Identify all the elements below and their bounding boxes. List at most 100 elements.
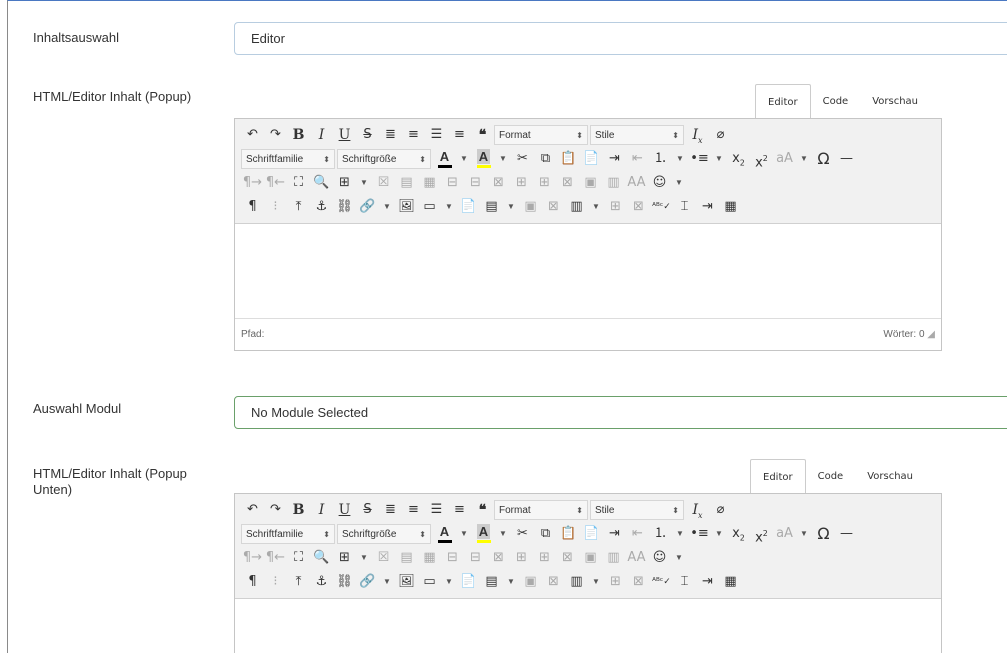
chevron-down-icon[interactable]: ▼ <box>495 148 511 170</box>
format-select[interactable]: Format ⬍ <box>494 125 588 145</box>
table-cell-props-icon[interactable]: ▦ <box>418 547 441 569</box>
redo-icon[interactable]: ↷ <box>264 499 287 521</box>
upload-icon[interactable]: ⤒ <box>287 571 310 593</box>
table-icon[interactable]: ⊞ <box>333 547 356 569</box>
table-insert-col-after-icon[interactable]: ⊞ <box>533 547 556 569</box>
align-justify-icon[interactable]: ≣ <box>379 499 402 521</box>
chevron-down-icon[interactable]: ▼ <box>672 148 688 170</box>
form-icon[interactable]: ▤ <box>480 196 503 218</box>
superscript-icon[interactable]: x2 <box>750 523 773 545</box>
table-delete-icon[interactable]: ☒ <box>372 547 395 569</box>
insert-field-icon[interactable]: ⇥ <box>696 571 719 593</box>
stile-select[interactable]: Stile ⬍ <box>590 125 684 145</box>
table-delete-row-icon[interactable]: ⊠ <box>487 547 510 569</box>
table-insert-row-before-icon[interactable]: ⊟ <box>441 547 464 569</box>
chevron-down-icon[interactable]: ▼ <box>379 196 395 218</box>
font-size-icon[interactable]: AA <box>625 172 648 194</box>
fullscreen-icon[interactable]: ⛶ <box>287 547 310 569</box>
chevron-down-icon[interactable]: ▼ <box>711 523 727 545</box>
paragraph-icon[interactable]: ¶ <box>241 196 264 218</box>
subscript-icon[interactable]: x2 <box>727 523 750 545</box>
upload-icon[interactable]: ⤒ <box>287 196 310 218</box>
table-icon[interactable]: ⊞ <box>333 172 356 194</box>
column-insert-icon[interactable]: ⊞ <box>604 571 627 593</box>
image-icon[interactable]: 🖼 <box>395 196 418 218</box>
resize-handle-icon[interactable]: ◢ <box>927 329 935 340</box>
chevron-down-icon[interactable]: ▼ <box>456 148 472 170</box>
document-icon[interactable]: ▦ <box>719 571 742 593</box>
eraser-icon[interactable]: ⌀ <box>709 124 732 146</box>
form-icon[interactable]: ▤ <box>480 571 503 593</box>
emoticon-icon[interactable]: ☺ <box>648 547 671 569</box>
blockquote-icon[interactable]: ❝ <box>471 499 494 521</box>
search-icon[interactable]: 🔍 <box>310 172 333 194</box>
anchor-icon[interactable]: ⚓ <box>310 196 333 218</box>
clear-format-icon[interactable]: Ix <box>686 499 709 521</box>
media-icon[interactable]: ▭ <box>418 571 441 593</box>
cut-icon[interactable]: ✂ <box>511 523 534 545</box>
link-icon[interactable]: 🔗 <box>356 196 379 218</box>
chevron-down-icon[interactable]: ▼ <box>503 196 519 218</box>
table-insert-col-after-icon[interactable]: ⊞ <box>533 172 556 194</box>
text-transform-icon[interactable]: aA <box>773 148 796 170</box>
chevron-down-icon[interactable]: ▼ <box>441 196 457 218</box>
spellcheck-icon[interactable]: ᴬᴮᶜ✓ <box>650 571 673 593</box>
table-insert-row-before-icon[interactable]: ⊟ <box>441 172 464 194</box>
underline-icon[interactable]: U <box>333 499 356 521</box>
bullet-list-icon[interactable]: •≡ <box>688 523 711 545</box>
chevron-down-icon[interactable]: ▼ <box>441 571 457 593</box>
chevron-down-icon[interactable]: ▼ <box>711 148 727 170</box>
font-color-icon[interactable]: A <box>433 150 456 168</box>
chevron-down-icon[interactable]: ▼ <box>588 196 604 218</box>
superscript-icon[interactable]: x2 <box>750 148 773 170</box>
paragraph-icon[interactable]: ¶ <box>241 571 264 593</box>
align-center-icon[interactable]: ≡ <box>402 124 425 146</box>
font-color-icon[interactable]: A <box>433 525 456 543</box>
cut-icon[interactable]: ✂ <box>511 148 534 170</box>
paste-icon[interactable]: 📋 <box>557 148 580 170</box>
undo-icon[interactable]: ↶ <box>241 124 264 146</box>
align-justify-icon[interactable]: ≣ <box>379 124 402 146</box>
tab-vorschau[interactable]: Vorschau <box>860 84 930 119</box>
bg-color-icon[interactable]: A <box>472 149 495 168</box>
image-align-icon[interactable]: ▣ <box>519 196 542 218</box>
paste-text-icon[interactable]: 📄 <box>580 523 603 545</box>
bold-icon[interactable]: B <box>287 499 310 521</box>
unlink-icon[interactable]: ⛓ <box>333 196 356 218</box>
undo-icon[interactable]: ↶ <box>241 499 264 521</box>
schriftfamilie-select[interactable]: Schriftfamilie ⬍ <box>241 524 335 544</box>
inhaltsauswahl-select[interactable]: Editor <box>234 22 1007 55</box>
spellcheck-icon[interactable]: ᴬᴮᶜ✓ <box>650 196 673 218</box>
clear-format-icon[interactable]: Ix <box>686 124 709 146</box>
subscript-icon[interactable]: x2 <box>727 148 750 170</box>
emoticon-icon[interactable]: ☺ <box>648 172 671 194</box>
chevron-down-icon[interactable]: ▼ <box>379 571 395 593</box>
indent-icon[interactable]: ⇥ <box>603 523 626 545</box>
chevron-down-icon[interactable]: ▼ <box>495 523 511 545</box>
box-icon[interactable]: ⊠ <box>542 196 565 218</box>
special-char-icon[interactable]: Ω <box>812 523 835 545</box>
column-delete-icon[interactable]: ⊠ <box>627 196 650 218</box>
align-center-icon[interactable]: ≡ <box>402 499 425 521</box>
media-icon[interactable]: ▭ <box>418 196 441 218</box>
table-delete-col-icon[interactable]: ⊠ <box>556 547 579 569</box>
bold-icon[interactable]: B <box>287 124 310 146</box>
horizontal-rule-icon[interactable]: — <box>835 523 858 545</box>
strikethrough-icon[interactable]: S <box>356 124 379 146</box>
format-select[interactable]: Format ⬍ <box>494 500 588 520</box>
template-icon[interactable]: 📄 <box>457 196 480 218</box>
editor2-content[interactable] <box>235 599 941 653</box>
table-row-props-icon[interactable]: ▤ <box>395 547 418 569</box>
table-row-props-icon[interactable]: ▤ <box>395 172 418 194</box>
page-break-icon[interactable]: ⁝ <box>264 571 287 593</box>
numbered-list-icon[interactable]: ⒈ <box>649 523 672 545</box>
ltr-icon[interactable]: ¶→ <box>241 547 264 569</box>
chevron-down-icon[interactable]: ▼ <box>456 523 472 545</box>
editor1-content[interactable] <box>235 224 941 318</box>
indent-icon[interactable]: ⇥ <box>603 148 626 170</box>
document-icon[interactable]: ▦ <box>719 196 742 218</box>
tab-vorschau[interactable]: Vorschau <box>855 459 925 494</box>
nonbreaking-icon[interactable]: ⌶ <box>673 571 696 593</box>
align-left-icon[interactable]: ☰ <box>425 124 448 146</box>
tab-editor[interactable]: Editor <box>755 84 811 119</box>
